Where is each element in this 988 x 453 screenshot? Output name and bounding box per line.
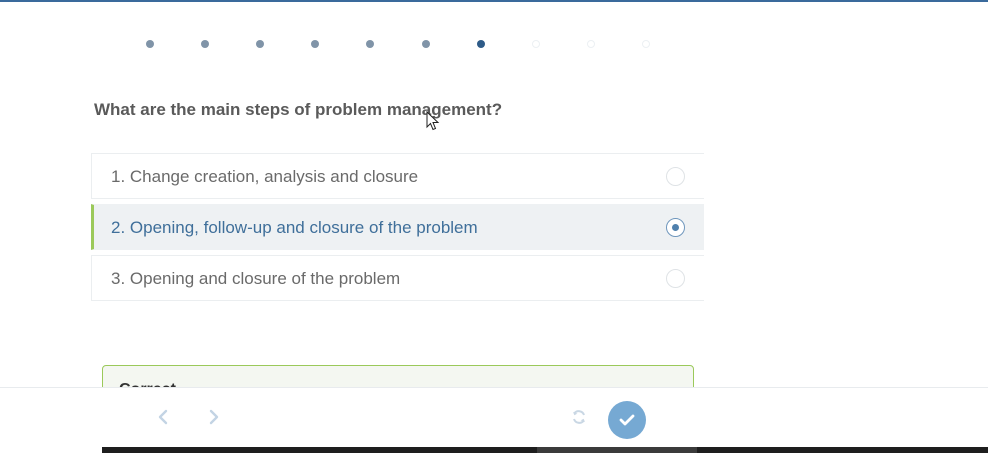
progress-dot-upcoming[interactable] [642, 40, 650, 48]
progress-dot-completed[interactable] [256, 40, 264, 48]
radio-button[interactable] [666, 269, 685, 288]
answer-option-2[interactable]: 2. Opening, follow-up and closure of the… [91, 204, 704, 250]
progress-dot-completed[interactable] [422, 40, 430, 48]
progress-dot-upcoming[interactable] [587, 40, 595, 48]
answer-option-label: 1. Change creation, analysis and closure [111, 167, 419, 186]
quiz-screen: What are the main steps of problem manag… [0, 0, 988, 453]
progress-dot-current[interactable] [477, 40, 485, 48]
refresh-icon [573, 410, 585, 424]
reset-button[interactable] [570, 408, 588, 426]
answer-option-3[interactable]: 3. Opening and closure of the problem [91, 255, 704, 301]
radio-button[interactable] [666, 167, 685, 186]
check-icon [619, 414, 635, 426]
progress-dot-upcoming[interactable] [532, 40, 540, 48]
progress-indicator [0, 0, 988, 80]
chevron-right-icon [209, 409, 219, 425]
chevron-left-icon [158, 409, 168, 425]
submit-button[interactable] [608, 401, 646, 439]
answer-list: 1. Change creation, analysis and closure… [91, 153, 704, 306]
progress-dot-completed[interactable] [201, 40, 209, 48]
mouse-cursor-icon [426, 111, 440, 131]
answer-option-label: 3. Opening and closure of the problem [111, 269, 401, 288]
taskbar-segment [537, 447, 697, 453]
next-button[interactable] [204, 404, 224, 430]
radio-button-checked[interactable] [666, 218, 685, 237]
previous-button[interactable] [153, 404, 173, 430]
question-text: What are the main steps of problem manag… [94, 100, 503, 119]
progress-dot-completed[interactable] [311, 40, 319, 48]
bottom-toolbar [0, 387, 988, 447]
answer-option-1[interactable]: 1. Change creation, analysis and closure [91, 153, 704, 199]
answer-option-label: 2. Opening, follow-up and closure of the… [111, 218, 478, 237]
progress-dot-completed[interactable] [366, 40, 374, 48]
progress-dot-completed[interactable] [146, 40, 154, 48]
